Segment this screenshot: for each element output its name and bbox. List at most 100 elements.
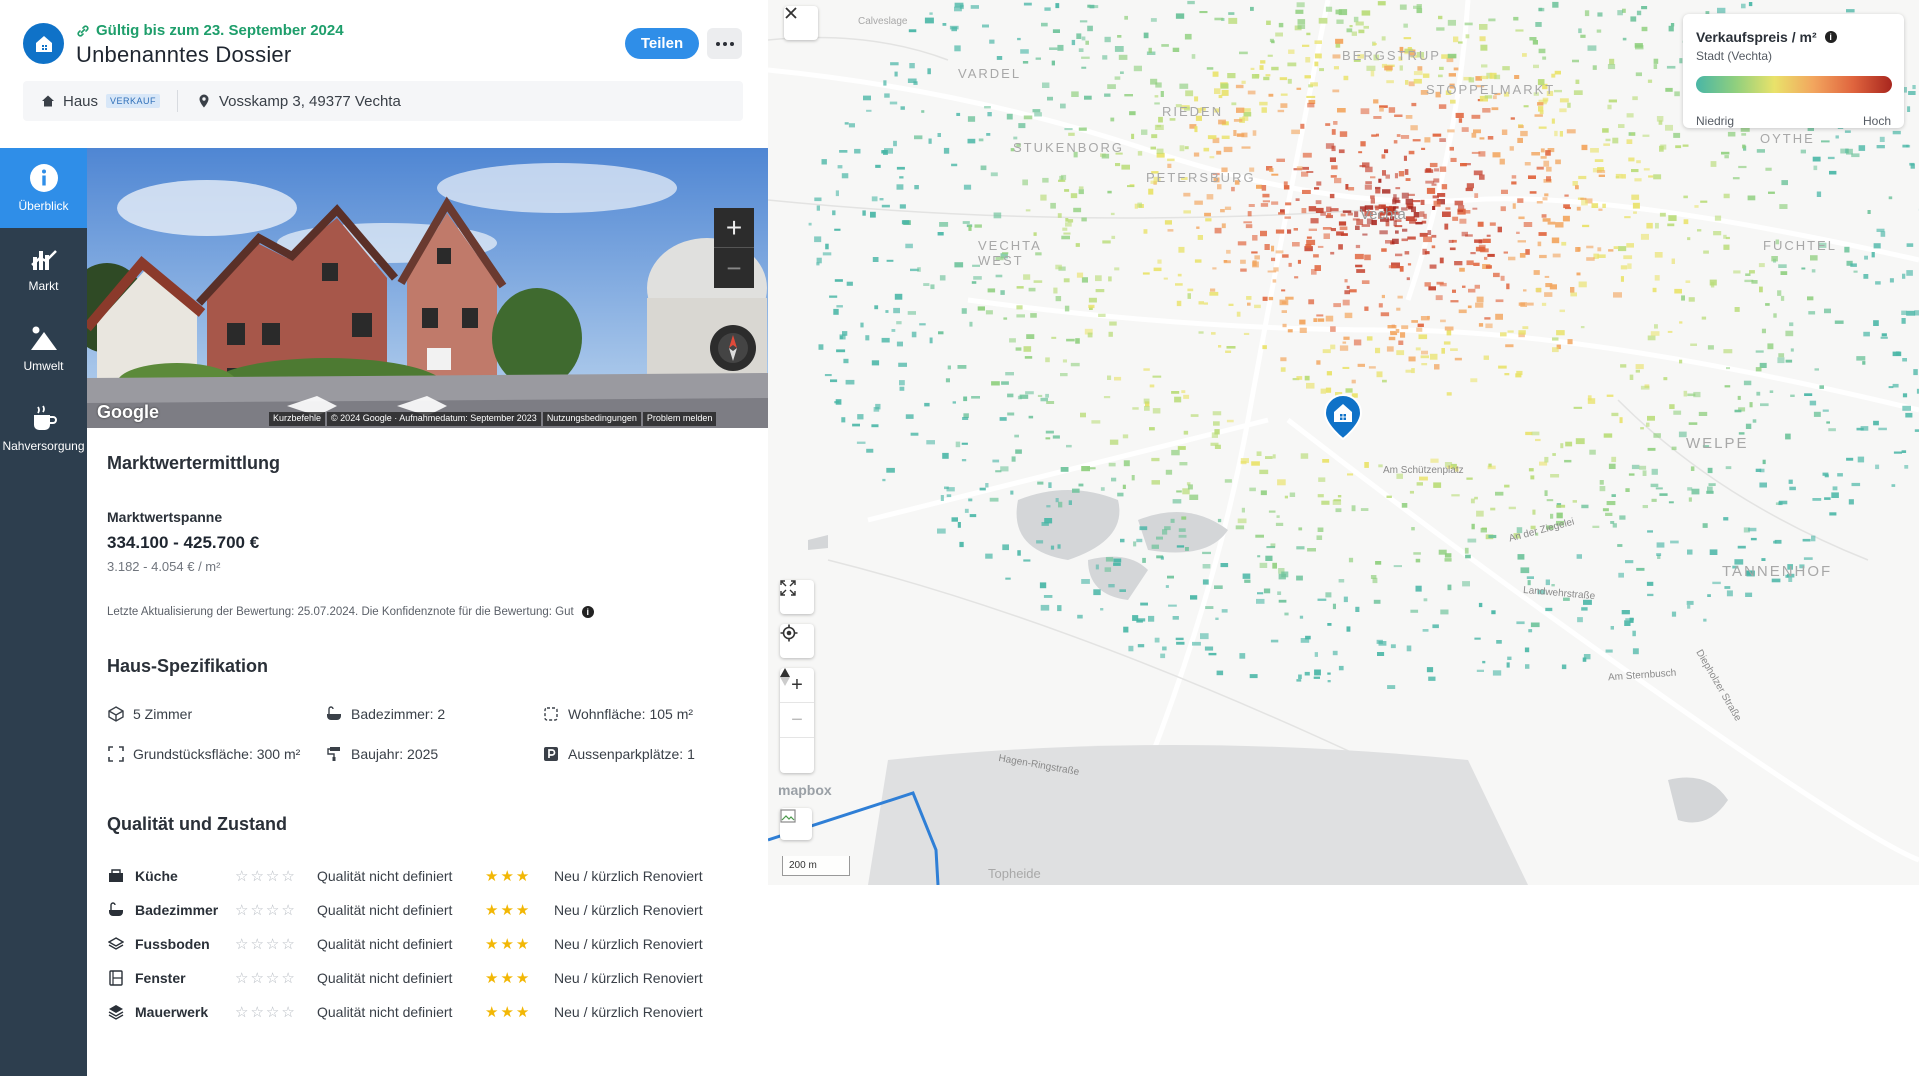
valuation-update-note: Letzte Aktualisierung der Bewertung: 25.… [107,606,594,618]
heatmap-building [1631,194,1640,200]
compass-icon[interactable] [710,325,756,371]
heatmap-building [1431,183,1437,186]
heatmap-building [879,198,884,201]
heatmap-building [875,164,881,168]
heatmap-building [1076,33,1082,39]
keyboard-shortcuts-link[interactable]: Kurzbefehle [269,412,326,426]
nav-item-market[interactable]: Markt [0,228,87,308]
heatmap-building [1077,614,1083,619]
heatmap-building [822,252,832,256]
heatmap-building [1864,255,1868,260]
heatmap-building [1873,420,1879,426]
heatmap-building [1542,56,1547,60]
heatmap-building [1597,254,1606,258]
heatmap-building [1537,102,1544,106]
heatmap-building [1749,402,1753,408]
heatmap-building [1623,255,1633,260]
more-options-button[interactable] [707,28,742,59]
heatmap-building [1403,23,1408,28]
heatmap-building [1176,490,1182,493]
heatmap-building [1863,331,1870,337]
heatmap-building [1388,336,1396,341]
heatmap-building [1373,43,1377,46]
heatmap-building [899,380,905,386]
heatmap-building [1288,49,1295,54]
nav-item-environment[interactable]: Umwelt [0,308,87,388]
heatmap-building [1131,133,1135,139]
locate-button[interactable] [780,624,814,658]
share-button[interactable]: Teilen [625,28,699,59]
heatmap-building [1260,230,1267,237]
heatmap-building [1655,487,1663,490]
quality-row-kitchen: Küche ☆ ☆ ☆ ☆ Qualität nicht definiert ★ ★ ★ … [107,864,747,888]
heatmap-building [1602,508,1609,512]
heatmap-building [1268,93,1274,97]
heatmap-building [1036,540,1044,544]
heatmap-building [1665,124,1673,131]
terms-link[interactable]: Nutzungsbedingungen [542,412,641,426]
heatmap-building [1702,523,1708,528]
heatmap-building [1296,2,1305,8]
heatmap-building [1343,336,1350,340]
heatmap-building [1594,159,1604,162]
heatmap-building [985,553,993,559]
heatmap-building [1856,356,1866,361]
validity-note: Gültig bis zum 23. September 2024 [76,22,344,39]
heatmap-building [1047,96,1053,101]
street-view-panorama[interactable]: + − Google Kurzbefehle © 2024 Google · A… [87,148,768,428]
heatmap-building [1144,406,1150,411]
heatmap-building [1179,145,1185,152]
heatmap-building [1821,140,1830,143]
heatmap-building [1578,175,1587,180]
heatmap-building [1336,19,1344,24]
heatmap-building [1209,156,1215,159]
street-view-zoom-out-button[interactable]: − [714,248,754,288]
info-icon[interactable]: i [581,606,594,618]
heatmap-building [926,440,935,445]
nav-item-amenities[interactable]: Nahversorgung [0,388,87,468]
heatmap-building [1416,8,1423,14]
heatmap-building [974,224,982,228]
heatmap-building [1858,145,1866,151]
heatmap-building [1306,382,1315,389]
close-map-button[interactable] [784,6,818,40]
value-range-label: Marktwertspanne [107,509,223,525]
price-heatmap-map[interactable]: Calveslage BERGSTRUP VARDEL STOPPELMARKT… [768,0,1919,885]
heatmap-building [1712,581,1721,585]
north-compass-button[interactable] [780,668,814,773]
report-problem-link[interactable]: Problem melden [642,412,717,426]
dossier-title[interactable]: Unbenanntes Dossier [76,42,291,68]
heatmap-building [1263,76,1270,81]
heatmap-building [1100,608,1104,611]
heatmap-building [1260,203,1269,207]
property-type: Haus [63,92,99,110]
cup-icon [33,405,57,430]
heatmap-building [1197,235,1203,240]
heatmap-building [1415,221,1423,225]
heatmap-building [1176,300,1182,307]
heatmap-building [1107,375,1112,380]
map-zoom-out-button[interactable]: − [780,703,814,738]
nav-item-overview[interactable]: Überblick [0,148,87,228]
property-marker-icon[interactable] [1323,393,1363,441]
street-label: Am Schützenplatz [1383,465,1464,476]
paint-roller-icon [325,745,343,763]
heatmap-building [1467,305,1472,309]
legend-low-label: Niedrig [1696,114,1735,128]
heatmap-building [1446,392,1452,396]
heatmap-building [1582,224,1590,228]
info-icon[interactable]: i [1824,31,1837,43]
heatmap-building [818,344,824,350]
heatmap-building [1317,527,1324,532]
heatmap-building [1058,179,1066,182]
heatmap-building [1447,53,1457,59]
heatmap-building [1185,547,1189,551]
heatmap-building [1439,166,1447,172]
fullscreen-button[interactable] [780,580,814,614]
heatmap-building [1060,373,1068,377]
heatmap-building [1314,265,1321,271]
heatmap-building [1631,464,1640,470]
heatmap-building [1280,209,1285,213]
street-view-zoom-in-button[interactable]: + [714,208,754,248]
bathtub-icon [325,705,343,723]
